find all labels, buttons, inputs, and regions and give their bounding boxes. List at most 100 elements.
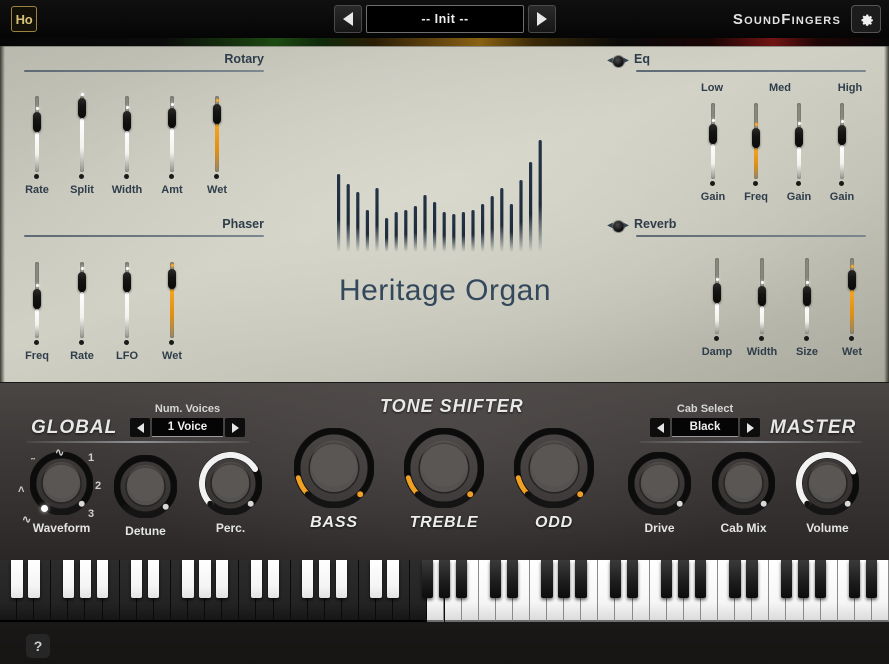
preset-name-display[interactable]: -- Init --: [366, 5, 524, 33]
help-button[interactable]: ?: [26, 634, 50, 658]
power-toggle-icon: [612, 55, 624, 67]
black-key[interactable]: [387, 560, 399, 598]
black-key[interactable]: [216, 560, 228, 598]
rotary-section-header: Rotary: [24, 50, 264, 72]
master-knob-volume[interactable]: Volume: [796, 452, 859, 535]
black-key[interactable]: [130, 560, 143, 598]
black-key[interactable]: [28, 560, 40, 598]
preset-next-button[interactable]: [528, 5, 556, 33]
slider-indicator: [797, 121, 801, 125]
cab-select-next-button[interactable]: [740, 418, 760, 437]
cab-select-value[interactable]: Black: [672, 418, 738, 437]
cab-select-prev-button[interactable]: [650, 418, 670, 437]
num-voices-next-button[interactable]: [225, 418, 245, 437]
black-key[interactable]: [678, 560, 690, 598]
slider-base: [796, 181, 801, 186]
black-key[interactable]: [746, 560, 758, 598]
slider-handle[interactable]: [168, 108, 176, 129]
slider-handle[interactable]: [795, 126, 803, 147]
power-toggle-icon: [612, 220, 624, 232]
slider-handle[interactable]: [803, 286, 811, 306]
num-voices-value[interactable]: 1 Voice: [152, 418, 223, 437]
slider-handle[interactable]: [123, 272, 131, 293]
slider-handle[interactable]: [713, 282, 721, 303]
black-key[interactable]: [336, 560, 348, 598]
reverb-power-toggle[interactable]: ◂ ▸: [604, 219, 632, 233]
knob-label: TREBLE: [409, 514, 479, 531]
black-key[interactable]: [301, 560, 314, 598]
waveform-symbol-1: ˄: [18, 484, 25, 496]
slider-fill: [760, 306, 764, 334]
slider-handle[interactable]: [213, 103, 221, 124]
black-key[interactable]: [421, 560, 433, 598]
slider-base: [714, 336, 719, 341]
black-key[interactable]: [507, 560, 519, 598]
black-key[interactable]: [626, 560, 639, 598]
slider-handle[interactable]: [33, 288, 41, 309]
slider-indicator: [850, 265, 854, 269]
waveform-mark-1: 1: [88, 452, 95, 464]
black-key[interactable]: [62, 560, 74, 598]
black-key[interactable]: [729, 560, 741, 598]
black-key[interactable]: [609, 560, 621, 598]
slider-fill: [125, 292, 129, 338]
slider-handle[interactable]: [758, 286, 766, 306]
black-key[interactable]: [541, 560, 553, 598]
black-key[interactable]: [489, 560, 502, 598]
black-key[interactable]: [780, 560, 792, 598]
black-key[interactable]: [660, 560, 673, 598]
slider-handle[interactable]: [78, 272, 86, 293]
black-key[interactable]: [797, 560, 809, 598]
black-key[interactable]: [370, 560, 382, 598]
tone-knob-treble[interactable]: TREBLE: [404, 428, 484, 531]
black-key[interactable]: [199, 560, 211, 598]
slider-handle[interactable]: [848, 270, 856, 291]
black-key[interactable]: [575, 560, 587, 598]
slider-handle[interactable]: [78, 98, 86, 119]
slider-handle[interactable]: [752, 128, 760, 149]
black-key[interactable]: [11, 560, 23, 598]
preset-prev-button[interactable]: [334, 5, 362, 33]
black-key[interactable]: [438, 560, 450, 598]
black-key[interactable]: [848, 560, 861, 598]
slider-base: [214, 174, 219, 179]
slider-handle[interactable]: [123, 110, 131, 131]
black-key[interactable]: [695, 560, 707, 598]
black-key[interactable]: [250, 560, 262, 598]
global-knob-waveform[interactable]: Waveform: [30, 452, 93, 535]
tone-knob-odd[interactable]: ODD: [514, 428, 594, 531]
eq-power-toggle[interactable]: ◂ ▸: [604, 54, 632, 68]
slider-handle[interactable]: [838, 125, 846, 146]
global-knob-detune[interactable]: Detune: [114, 455, 177, 538]
piano-keyboard[interactable]: [0, 560, 889, 622]
slider-handle[interactable]: [168, 268, 176, 289]
black-key[interactable]: [455, 560, 468, 598]
master-knob-cabmix[interactable]: Cab Mix: [712, 452, 775, 535]
black-key[interactable]: [814, 560, 827, 598]
global-section-title: GLOBAL: [31, 417, 118, 438]
black-key[interactable]: [148, 560, 160, 598]
black-key[interactable]: [96, 560, 109, 598]
black-key[interactable]: [866, 560, 878, 598]
slider-fill: [80, 118, 84, 172]
slider-label: Rate: [25, 184, 49, 196]
black-key[interactable]: [319, 560, 331, 598]
num-voices-prev-button[interactable]: [130, 418, 150, 437]
black-key[interactable]: [267, 560, 279, 598]
waveform-position-indicator: [41, 505, 48, 512]
slider-indicator: [35, 106, 39, 110]
tone-knob-bass[interactable]: BASS: [294, 428, 374, 531]
black-key[interactable]: [558, 560, 570, 598]
eq-section-header: ◂ ▸ Eq: [604, 50, 866, 72]
slider-indicator: [760, 281, 764, 284]
num-voices-selector: Num. Voices 1 Voice: [130, 403, 245, 437]
global-knob-perc[interactable]: Perc.: [199, 452, 262, 535]
black-key[interactable]: [79, 560, 91, 598]
slider-handle[interactable]: [709, 124, 717, 145]
black-key[interactable]: [182, 560, 194, 598]
master-knob-drive[interactable]: Drive: [628, 452, 691, 535]
settings-button[interactable]: [851, 5, 881, 33]
slider-base: [849, 336, 854, 341]
slider-handle[interactable]: [33, 111, 41, 132]
slider-indicator: [215, 98, 219, 102]
